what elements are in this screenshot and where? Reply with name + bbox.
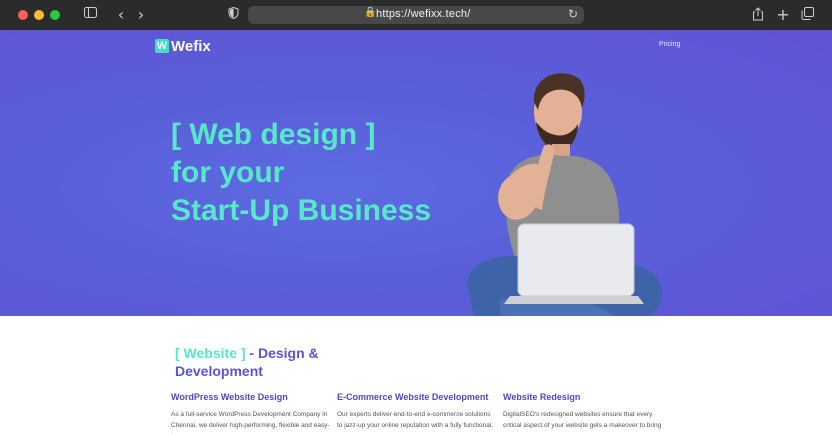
section-heading-rest: - Design & xyxy=(245,345,319,361)
address-bar[interactable]: 🔒 https://wefixx.tech/ ↻ xyxy=(248,6,584,24)
section-heading-line2: Development xyxy=(175,363,263,379)
back-icon[interactable]: ‹ xyxy=(114,7,128,23)
url-text: https://wefixx.tech/ xyxy=(376,8,471,20)
service-text-ecommerce: Our experts deliver end-to-end e-commerc… xyxy=(337,411,494,429)
browser-toolbar: ‹ › 🔒 https://wefixx.tech/ ↻ + xyxy=(0,0,832,31)
tab-overview-icon[interactable] xyxy=(800,7,814,23)
hero-line-3: Start-Up Business xyxy=(171,194,432,227)
logo-mark: W xyxy=(155,39,169,53)
browser-window: ‹ › 🔒 https://wefixx.tech/ ↻ + W Wefix P… xyxy=(0,0,832,434)
reload-icon[interactable]: ↻ xyxy=(568,7,578,21)
new-tab-icon[interactable]: + xyxy=(776,7,790,23)
nav-link-pricing[interactable]: Pricing xyxy=(659,41,680,48)
share-icon[interactable] xyxy=(751,7,765,23)
hero-line-2: for your xyxy=(171,156,285,189)
logo-text: Wefix xyxy=(171,37,211,55)
close-window-button[interactable] xyxy=(18,10,28,20)
hero-line-1: [ Web design ] xyxy=(171,118,376,151)
maximize-window-button[interactable] xyxy=(50,10,60,20)
lock-icon: 🔒 xyxy=(364,7,377,18)
minimize-window-button[interactable] xyxy=(34,10,44,20)
hero-headline: [ Web design ] for your Start-Up Busines… xyxy=(171,116,431,230)
site-logo[interactable]: W Wefix xyxy=(155,37,211,55)
section-heading: [ Website ] - Design & Development xyxy=(175,344,319,380)
services-section: [ Website ] - Design & Development WordP… xyxy=(0,316,832,434)
privacy-shield-icon[interactable] xyxy=(226,6,240,23)
service-title-ecommerce[interactable]: E-Commerce Website Development xyxy=(337,392,488,402)
forward-icon[interactable]: › xyxy=(134,7,148,23)
service-text-redesign: DigitalSEO's redesigned websites ensure … xyxy=(503,411,662,434)
service-text-wordpress: As a full-service WordPress Development … xyxy=(171,411,330,434)
section-heading-accent: [ Website ] xyxy=(175,345,246,361)
service-title-wordpress[interactable]: WordPress Website Design xyxy=(171,392,288,402)
service-title-redesign[interactable]: Website Redesign xyxy=(503,392,580,402)
sidebar-toggle-icon[interactable] xyxy=(82,7,98,23)
